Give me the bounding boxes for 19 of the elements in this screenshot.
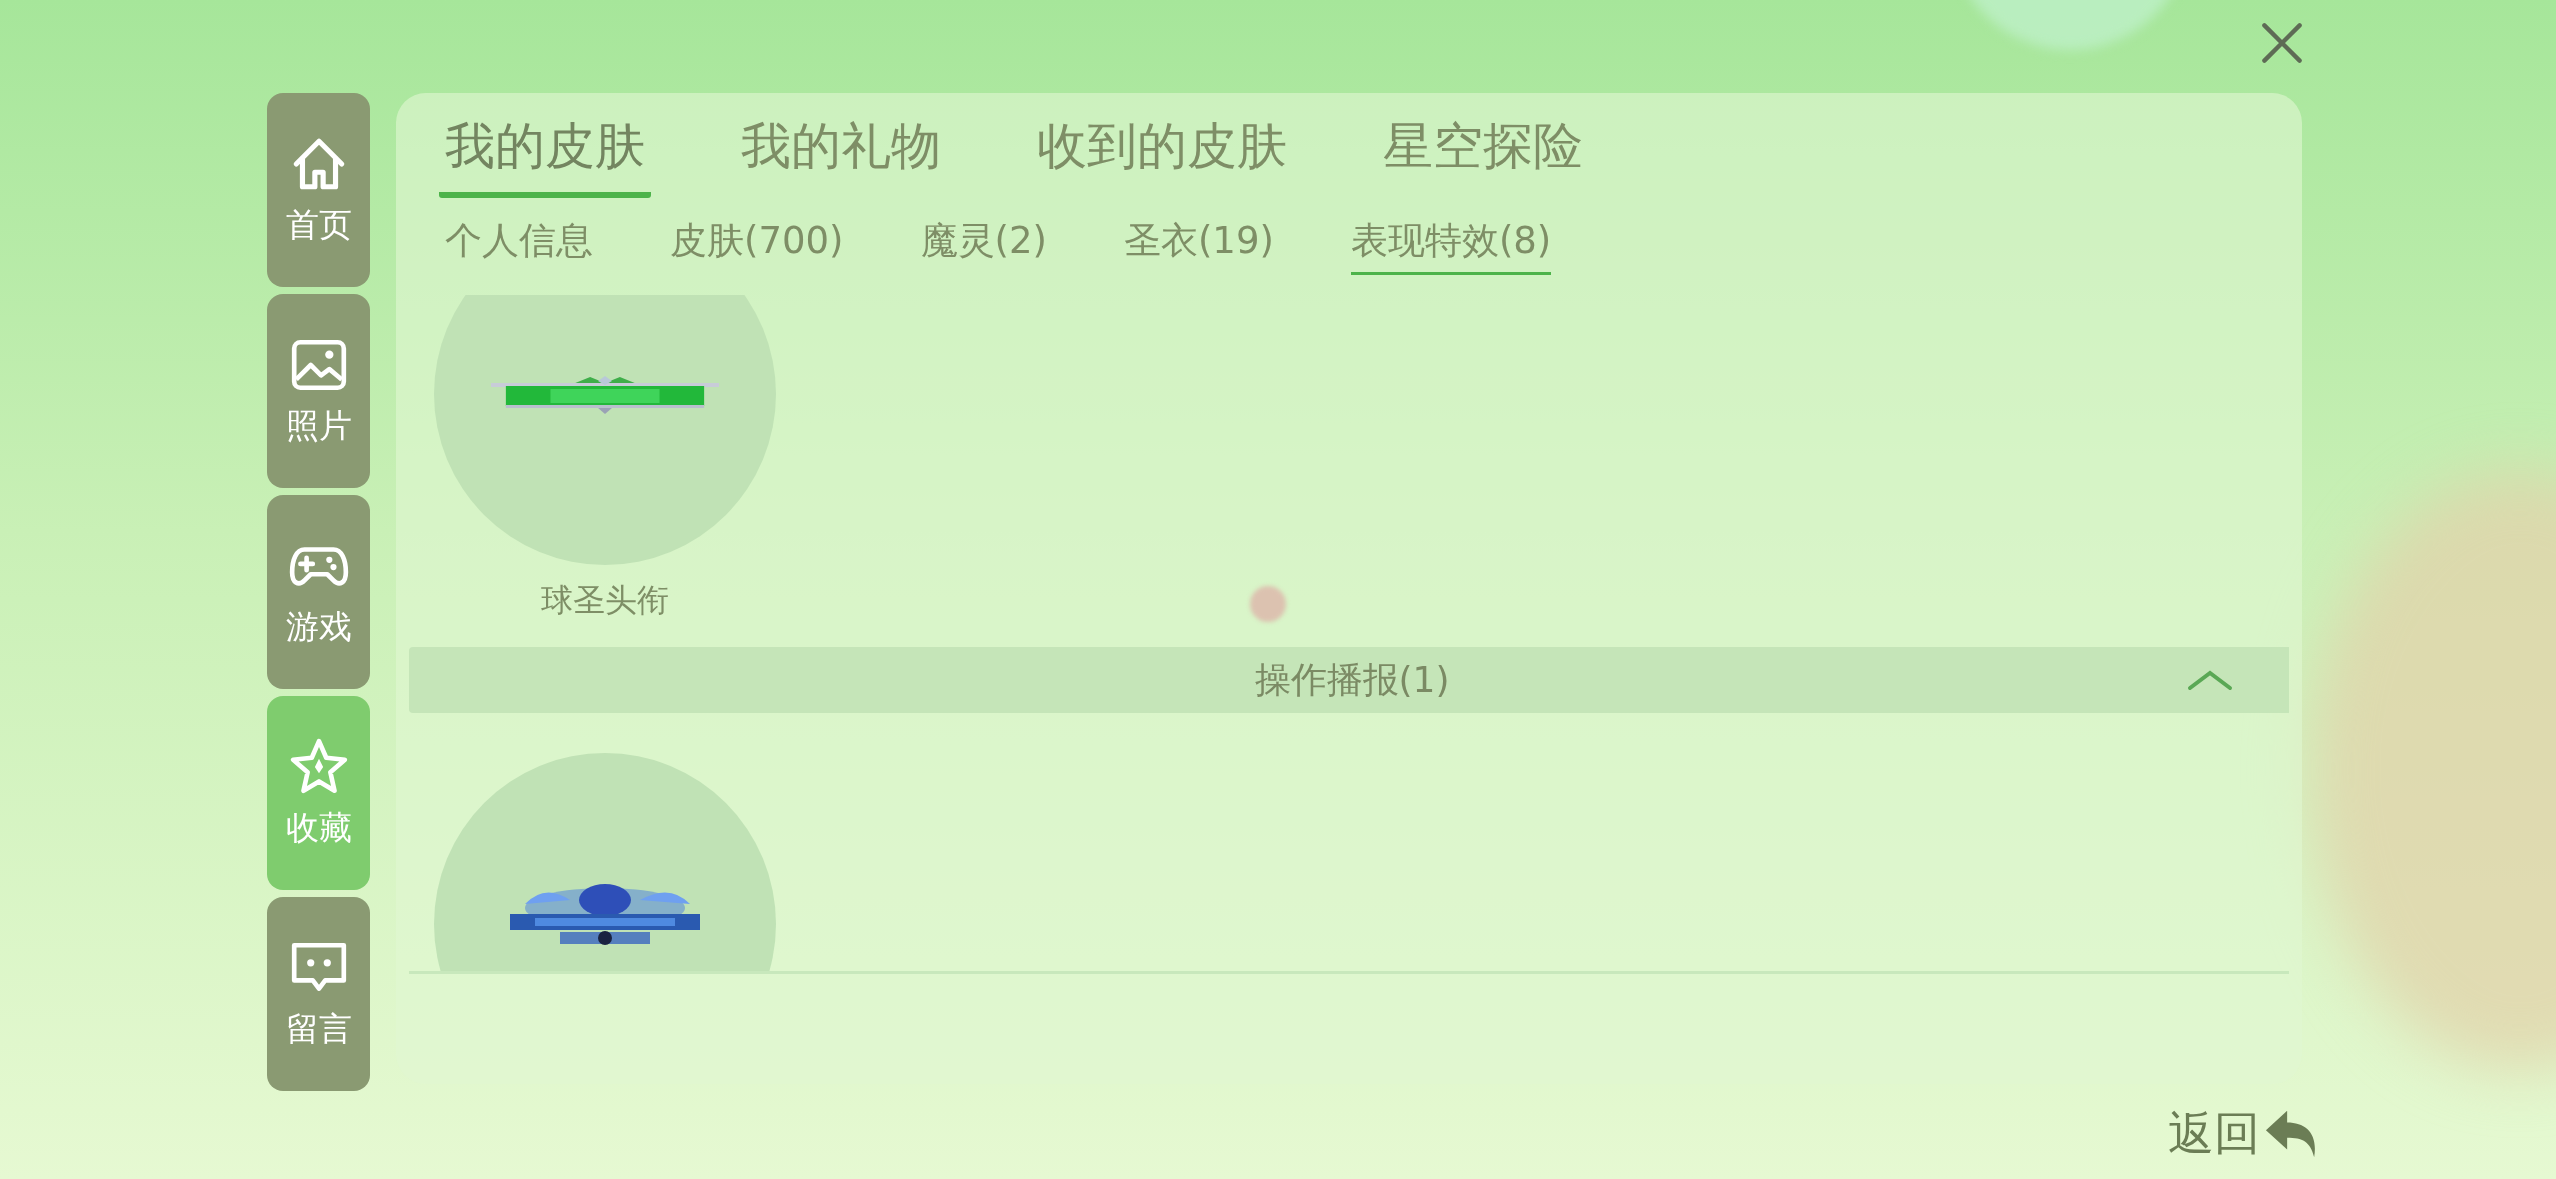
subtab[interactable]: 圣衣(19) <box>1123 216 1274 275</box>
tab[interactable]: 我的礼物 <box>735 113 947 198</box>
subtab[interactable]: 魔灵(2) <box>920 216 1047 275</box>
subtab[interactable]: 皮肤(700) <box>670 216 844 275</box>
blurred-circle <box>1250 586 1286 622</box>
item-label: 球圣头衔 <box>541 580 669 621</box>
tab[interactable]: 星空探险 <box>1377 113 1589 198</box>
sidebar-item[interactable]: 收藏 <box>267 696 370 890</box>
back-button[interactable]: 返回 <box>2168 1103 2320 1165</box>
sidebar-item[interactable]: 照片 <box>267 294 370 488</box>
subtab[interactable]: 表现特效(8) <box>1350 216 1552 275</box>
sidebar-item[interactable]: 留言 <box>267 897 370 1091</box>
sidebar-item[interactable]: 首页 <box>267 93 370 287</box>
section-header[interactable]: 操作播报(1) <box>409 647 2289 713</box>
subtab[interactable]: 个人信息 <box>445 216 593 275</box>
close-icon[interactable] <box>2260 20 2304 65</box>
sidebar-item[interactable]: 游戏 <box>267 495 370 689</box>
tab[interactable]: 我的皮肤 <box>439 113 651 198</box>
tab[interactable]: 收到的皮肤 <box>1031 113 1293 198</box>
